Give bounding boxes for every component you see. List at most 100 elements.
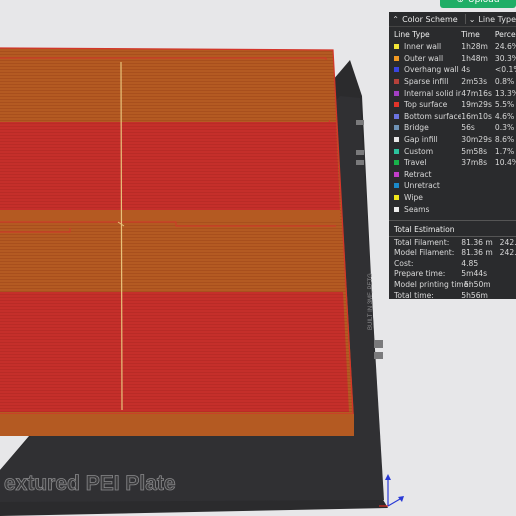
- total-estimation-title: Total Estimation: [394, 224, 455, 234]
- legend-row-name: Outer wall: [389, 54, 461, 63]
- legend-row-percent: 24.6%: [494, 42, 516, 52]
- legend-swatch: [394, 113, 399, 119]
- collapse-icon[interactable]: ⌃: [389, 15, 402, 24]
- legend-swatch: [394, 171, 399, 177]
- legend-row-percent: 1.7%: [494, 146, 515, 156]
- legend-columns: Line Type Time Percen: [389, 28, 516, 41]
- legend-swatch: [394, 183, 399, 189]
- legend-row-time: 47m16s: [461, 88, 492, 98]
- legend-row[interactable]: Inner wall 1h28m 24.6%: [389, 41, 516, 53]
- col-line-type: Line Type: [394, 30, 430, 39]
- legend-row-name: Top surface: [389, 100, 461, 109]
- estimation-row: Total time: 5h56m: [389, 290, 516, 299]
- legend-row[interactable]: Seams: [389, 203, 516, 215]
- color-scheme-select[interactable]: ⌄ Line Type: [464, 14, 516, 24]
- estimation-key: Cost:: [394, 258, 414, 268]
- legend-row-percent: 8.6%: [494, 135, 515, 145]
- legend-row-percent: 10.4%: [494, 158, 516, 168]
- legend-row-time: 16m10s: [461, 111, 492, 121]
- legend-row-label: Sparse infill: [404, 77, 449, 87]
- legend-row-label: Overhang wall: [404, 65, 459, 75]
- legend-row-label: Bottom surface: [404, 111, 462, 121]
- legend-row-name: Seams: [389, 205, 461, 214]
- legend-row-time: 56s: [461, 123, 475, 133]
- legend-swatch: [394, 148, 399, 154]
- legend-row-name: Overhang wall: [389, 65, 461, 74]
- legend-row[interactable]: Outer wall 1h48m 30.3%: [389, 53, 516, 65]
- legend-row-name: Gap infill: [389, 135, 461, 144]
- legend-swatch: [394, 125, 399, 131]
- legend-row-label: Outer wall: [404, 53, 444, 63]
- legend-row-name: Inner wall: [389, 42, 461, 51]
- legend-row-percent: 13.3%: [494, 88, 516, 98]
- legend-row-time: 37m8s: [461, 158, 488, 168]
- legend-row-percent: 0.8%: [494, 77, 515, 87]
- legend-row-name: Retract: [389, 170, 461, 179]
- legend-row[interactable]: Custom 5m58s 1.7%: [389, 145, 516, 157]
- legend-header: ⌃ Color Scheme ⌄ Line Type: [389, 12, 516, 27]
- legend-row-time: 4s: [461, 65, 471, 75]
- estimation-row: Prepare time: 5m44s: [389, 269, 516, 280]
- legend-row-label: Travel: [404, 158, 427, 168]
- legend-row-label: Custom: [404, 146, 434, 156]
- legend-row[interactable]: Travel 37m8s 10.4%: [389, 157, 516, 169]
- top-surface-front: [0, 292, 349, 412]
- legend-row-label: Wipe: [404, 193, 423, 203]
- plate-label: extured PEI Plate: [4, 472, 176, 495]
- estimation-row: Model printing time: 5h50m: [389, 279, 516, 290]
- legend-row-name: Travel: [389, 158, 461, 167]
- legend-row-time: 1h48m: [461, 53, 488, 63]
- top-surface-back: [0, 122, 340, 210]
- legend-row[interactable]: Unretract: [389, 180, 516, 192]
- legend-row[interactable]: Wipe: [389, 192, 516, 204]
- upload-icon: ⊕: [456, 0, 464, 5]
- estimation-key: Total Filament:: [394, 237, 450, 247]
- legend-row[interactable]: Overhang wall4s <0.1%: [389, 64, 516, 76]
- legend-row[interactable]: Top surface 19m29s 5.5%: [389, 99, 516, 111]
- legend-row-name: Bridge: [389, 123, 461, 132]
- legend-row[interactable]: Retract: [389, 169, 516, 181]
- estimation-value: 81.36 m: [461, 237, 493, 247]
- legend-divider: [389, 219, 516, 221]
- legend-row-label: Inner wall: [404, 42, 442, 52]
- estimation-value: 5h56m: [461, 290, 488, 299]
- legend-row-label: Retract: [404, 169, 432, 179]
- legend-swatch: [394, 90, 399, 96]
- legend-row-percent: 30.3%: [494, 53, 516, 63]
- legend-row-percent: 5.5%: [494, 100, 515, 110]
- plate-side-label: BUILT IN 3MF, PETG: [368, 273, 374, 330]
- legend-rows: Inner wall 1h28m 24.6% Outer wall 1h48m 30.3%…: [389, 41, 516, 215]
- legend-row-label: Internal solid infill: [404, 88, 462, 98]
- legend-row-percent: 4.6%: [494, 111, 515, 121]
- legend-row-label: Top surface: [404, 100, 448, 110]
- estimation-value: 81.36 m: [461, 248, 493, 258]
- chevron-down-icon: ⌄: [468, 14, 476, 24]
- legend-swatch: [394, 137, 399, 143]
- estimation-key: Model Filament:: [394, 248, 455, 258]
- legend-panel: ⌃ Color Scheme ⌄ Line Type Line Type Tim…: [389, 12, 516, 299]
- legend-swatch: [394, 102, 399, 108]
- legend-row-label: Seams: [404, 204, 430, 214]
- legend-row-name: Wipe: [389, 193, 461, 202]
- legend-row[interactable]: Bridge 56s 0.3%: [389, 122, 516, 134]
- legend-row-time: 5m58s: [461, 146, 488, 156]
- upload-label: Upload: [468, 0, 500, 5]
- legend-row-time: 19m29s: [461, 100, 492, 110]
- legend-row[interactable]: Sparse infill 2m53s 0.8%: [389, 76, 516, 88]
- estimation-row: Cost: 4.85: [389, 258, 516, 269]
- legend-swatch: [394, 44, 399, 50]
- legend-row[interactable]: Gap infill 30m29s 8.6%: [389, 134, 516, 146]
- legend-row-time: 2m53s: [461, 77, 488, 87]
- estimation-key: Model printing time:: [394, 280, 471, 290]
- legend-row-name: Sparse infill: [389, 77, 461, 86]
- inner-wall-middle: [0, 222, 340, 292]
- col-time: Time: [461, 30, 480, 39]
- legend-row-time: 1h28m: [461, 42, 488, 52]
- legend-row[interactable]: Bottom surface 16m10s 4.6%: [389, 111, 516, 123]
- legend-row-name: Unretract: [389, 181, 461, 190]
- estimation-value: 5m44s: [461, 269, 488, 279]
- upload-button[interactable]: ⊕ Upload: [440, 0, 516, 8]
- legend-swatch: [394, 79, 399, 85]
- legend-swatch: [394, 67, 399, 73]
- legend-row[interactable]: Internal solid infill47m16s13.3%: [389, 87, 516, 99]
